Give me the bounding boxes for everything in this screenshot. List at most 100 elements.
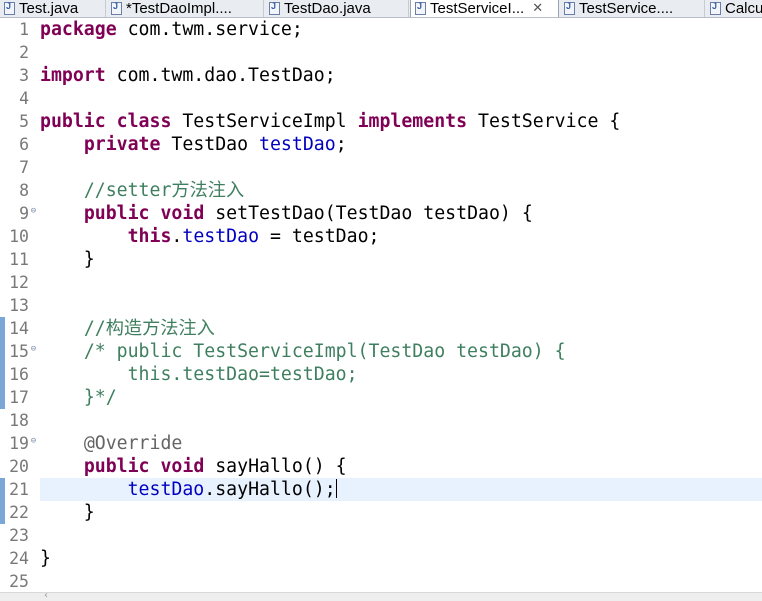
code-text[interactable]	[40, 294, 762, 317]
line-number: 6	[19, 135, 29, 154]
code-line[interactable]: 8 //setter方法注入	[0, 179, 762, 202]
code-text[interactable]: public void sayHallo() {	[40, 455, 762, 478]
code-text[interactable]: package com.twm.service;	[40, 18, 762, 41]
code-line[interactable]: 9 ⊖ public void setTestDao(TestDao testDa…	[0, 202, 762, 225]
line-number: 2	[19, 43, 29, 62]
code-token: TestDao	[160, 134, 260, 155]
code-line[interactable]: 21 testDao.sayHallo();	[0, 478, 762, 501]
code-line[interactable]: 13	[0, 294, 762, 317]
code-text[interactable]: @Override	[40, 432, 762, 455]
text-cursor	[335, 479, 337, 498]
java-file-icon	[415, 1, 426, 15]
code-text[interactable]: }*/	[40, 386, 762, 409]
code-text[interactable]: testDao.sayHallo();	[40, 478, 762, 501]
code-line[interactable]: 6 private TestDao testDao;	[0, 133, 762, 156]
code-token: com.twm.dao.TestDao;	[105, 65, 336, 86]
fold-toggle-icon[interactable]: ⊖	[29, 207, 38, 216]
code-text[interactable]: public class TestServiceImpl implements …	[40, 110, 762, 133]
line-number: 9	[19, 204, 29, 223]
java-file-icon	[710, 1, 721, 15]
code-line[interactable]: 23	[0, 524, 762, 547]
code-token: sayHallo() {	[204, 456, 347, 477]
code-token: .	[171, 226, 183, 247]
code-text[interactable]: //构造方法注入	[40, 317, 762, 340]
line-number: 10	[9, 227, 29, 246]
code-token: }	[40, 548, 51, 569]
code-text[interactable]: }	[40, 248, 762, 271]
code-token: testDao	[259, 134, 336, 155]
code-line[interactable]: 10 this.testDao = testDao;	[0, 225, 762, 248]
code-line[interactable]: 1 package com.twm.service;	[0, 18, 762, 41]
code-text[interactable]: this.testDao = testDao;	[40, 225, 762, 248]
java-file-icon	[4, 1, 15, 15]
code-line[interactable]: 17 }*/	[0, 386, 762, 409]
code-text[interactable]	[40, 409, 762, 432]
code-text[interactable]	[40, 156, 762, 179]
line-number: 24	[9, 549, 29, 568]
code-token: class	[116, 111, 172, 132]
code-token: private	[83, 134, 161, 155]
editor-tab[interactable]: TestDao.java	[265, 0, 409, 17]
code-editor[interactable]: 1 package com.twm.service; 2 3 import com.tw…	[0, 18, 762, 592]
editor-tab[interactable]: TestServiceI... ✕	[410, 0, 559, 17]
code-line[interactable]: 25	[0, 570, 762, 593]
code-line[interactable]: 2	[0, 41, 762, 64]
fold-toggle-icon[interactable]: ⊖	[29, 345, 38, 354]
code-token: }	[40, 502, 95, 523]
code-token: //构造方法注入	[83, 318, 215, 339]
code-line[interactable]: 18	[0, 409, 762, 432]
code-line[interactable]: 22 }	[0, 501, 762, 524]
line-number: 20	[9, 457, 29, 476]
line-number: 1	[19, 20, 29, 39]
editor-tab[interactable]: Test.java	[0, 0, 106, 17]
code-line[interactable]: 12	[0, 271, 762, 294]
code-text[interactable]: this.testDao=testDao;	[40, 363, 762, 386]
code-text[interactable]: }	[40, 501, 762, 524]
code-text[interactable]	[40, 570, 762, 593]
code-text[interactable]: public void setTestDao(TestDao testDao) …	[40, 202, 762, 225]
code-line[interactable]: 16 this.testDao=testDao;	[0, 363, 762, 386]
code-line[interactable]: 11 }	[0, 248, 762, 271]
line-number: 7	[19, 158, 29, 177]
code-text[interactable]: import com.twm.dao.TestDao;	[40, 64, 762, 87]
code-token: testDao	[127, 479, 205, 500]
code-line[interactable]: 3 import com.twm.dao.TestDao;	[0, 64, 762, 87]
tab-label: TestService....	[579, 0, 674, 17]
code-token: }	[40, 249, 95, 270]
scroll-left-icon[interactable]: ‹	[44, 590, 48, 601]
code-line[interactable]: 20 public void sayHallo() {	[0, 455, 762, 478]
code-line[interactable]: 14 //构造方法注入	[0, 317, 762, 340]
code-text[interactable]	[40, 524, 762, 547]
editor-tab[interactable]: TestService....	[560, 0, 705, 17]
code-line[interactable]: 19 ⊖ @Override	[0, 432, 762, 455]
line-number: 23	[9, 526, 29, 545]
code-line[interactable]: 24}	[0, 547, 762, 570]
tab-label: Calcu	[725, 0, 762, 17]
code-text[interactable]	[40, 271, 762, 294]
editor-tab[interactable]: *TestDaoImpl....	[107, 0, 264, 17]
line-number: 17	[9, 388, 29, 407]
code-text[interactable]: /* public TestServiceImpl(TestDao testDa…	[40, 340, 762, 363]
code-line[interactable]: 7	[0, 156, 762, 179]
line-number: 13	[9, 296, 29, 315]
line-number: 15	[9, 342, 29, 361]
code-text[interactable]	[40, 87, 762, 110]
code-text[interactable]	[40, 41, 762, 64]
editor-tab[interactable]: Calcu	[706, 0, 762, 17]
java-file-icon	[111, 1, 122, 15]
code-text[interactable]: private TestDao testDao;	[40, 133, 762, 156]
code-line[interactable]: 4	[0, 87, 762, 110]
code-text[interactable]: }	[40, 547, 762, 570]
close-icon[interactable]: ✕	[532, 1, 543, 16]
code-text[interactable]: //setter方法注入	[40, 179, 762, 202]
code-line[interactable]: 5 public class TestServiceImpl implements…	[0, 110, 762, 133]
code-line[interactable]: 15 ⊖ /* public TestServiceImpl(TestDao te…	[0, 340, 762, 363]
fold-toggle-icon[interactable]: ⊖	[29, 437, 38, 446]
code-token: public	[83, 456, 150, 477]
